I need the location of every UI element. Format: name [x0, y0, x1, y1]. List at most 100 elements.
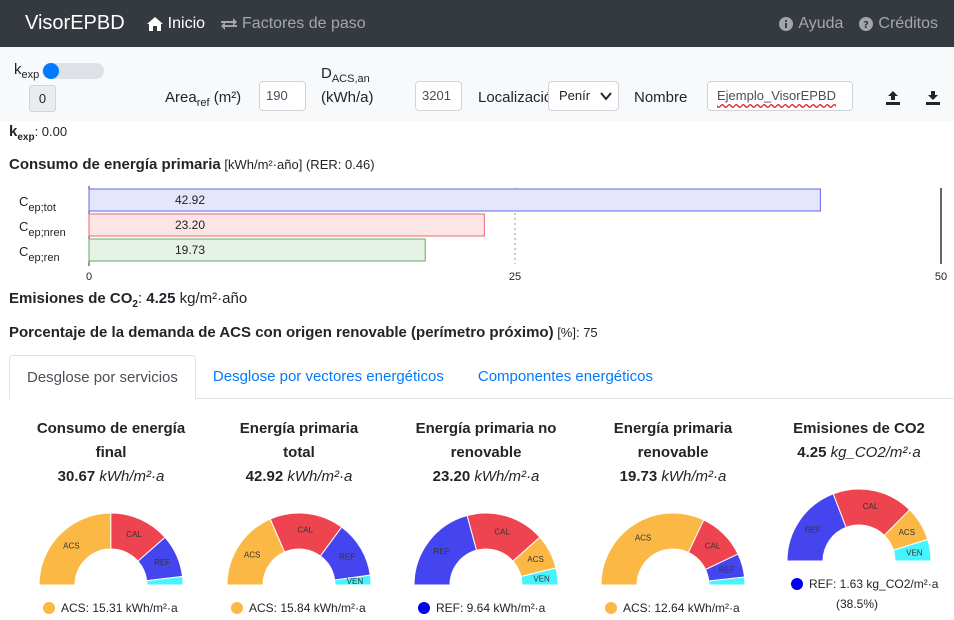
area-input[interactable]: 190 [259, 81, 306, 111]
gauge-title-2: renovable [637, 444, 709, 461]
nombre-value: Ejemplo_VisorEPBD [717, 88, 836, 103]
localizacion-value: Penír [559, 88, 591, 103]
svg-text:?: ? [864, 20, 870, 31]
gauge-segment-label: CAL [705, 541, 721, 550]
gauge-segment-label: REF [434, 547, 450, 556]
bar-tick-label: 25 [509, 271, 521, 283]
gauge-chart: REF CAL ACS VEN [786, 488, 932, 562]
question-icon: ? [859, 16, 874, 31]
nav-right: Ayuda ? Créditos [763, 15, 938, 33]
gauge-card: Energía primaria no renovable 23.20 kWh/m²… [393, 417, 579, 615]
nav-inicio[interactable]: Inicio [146, 14, 206, 33]
bar-value-label: 19.73 [175, 243, 205, 257]
area-label: Arearef (m²) [165, 89, 242, 109]
gauge-title-2: total [283, 444, 315, 461]
gauge-segment-label: ACS [244, 550, 260, 559]
gauge-value: 23.20 kWh/m²·a [432, 468, 540, 485]
consumo-bar-chart: 42.92 Cep;tot 23.20 Cep;nren 19.73 Cep;ren 0 25… [19, 186, 947, 283]
gauge-card: Energía primaria renovable 19.73 kWh/m²·a A… [580, 417, 766, 615]
gauge-title: Energía primaria [239, 420, 359, 437]
kexp-slider-thumb[interactable] [43, 63, 59, 79]
legend-text: ACS: 12.64 kWh/m²·a [623, 601, 740, 615]
gauge-card: Energía primaria total 42.92 kWh/m²·a ACS CA… [206, 417, 392, 615]
kexp-summary: kexp: 0.00 [9, 123, 68, 143]
gauge-segment-label: REF [805, 525, 821, 534]
nav-inicio-label: Inicio [167, 14, 206, 32]
legend-dot [605, 602, 617, 614]
gauge-title: Energía primaria [613, 420, 733, 437]
gauge-legend: ACS: 15.31 kWh/m²·a [43, 601, 178, 615]
emisiones-line: Emisiones de CO2: 4.25 kg/m²·año [9, 290, 248, 310]
gauge-value: 30.67 kWh/m²·a [57, 468, 165, 485]
dacs-input[interactable]: 3201 [415, 81, 462, 111]
legend-text: ACS: 15.84 kWh/m²·a [249, 601, 366, 615]
acs-line: Porcentaje de la demanda de ACS con orig… [9, 324, 598, 341]
brand[interactable]: VisorEPBD [25, 12, 125, 35]
gauge-segment-label: ACS [899, 528, 915, 537]
bar-value-label: 23.20 [175, 218, 205, 232]
gauge-segment-label: CAL [126, 530, 142, 539]
gauge-segment-label: ACS [63, 541, 79, 550]
gauge-value: 19.73 kWh/m²·a [619, 468, 727, 485]
gauge-value: 4.25 kg_CO2/m²·a [797, 444, 921, 461]
home-icon [146, 16, 163, 31]
legend-dot [231, 602, 243, 614]
nav-factores-label: Factores de paso [242, 14, 366, 32]
localizacion-select[interactable]: Penír [548, 81, 619, 111]
dacs-unit: (kWh/a) [321, 89, 374, 106]
gauge-title: Emisiones de CO2 [793, 420, 925, 437]
gauge-chart: ACS CAL REF [600, 512, 746, 586]
gauge-legend: REF: 9.64 kWh/m²·a [418, 601, 545, 615]
tab-componentes[interactable]: Componentes energéticos [461, 355, 670, 399]
nav-ayuda-label: Ayuda [798, 14, 844, 32]
chevron-down-icon [600, 92, 612, 101]
upload-icon[interactable] [886, 91, 900, 105]
legend-percent: (38.5%) [836, 597, 879, 611]
tab-servicios[interactable]: Desglose por servicios [9, 355, 196, 400]
gauge-segment-label: ACS [527, 555, 543, 564]
kexp-value: 0 [29, 85, 56, 112]
gauge-card: Consumo de energía final 30.67 kWh/m²·a ACS… [18, 417, 204, 615]
tab-vectores[interactable]: Desglose por vectores energéticos [196, 355, 461, 399]
gauge-chart: ACS CAL REF VEN [226, 512, 372, 586]
gauge-chart: REF CAL ACS VEN [413, 512, 559, 586]
gauge-card: Emisiones de CO2 4.25 kg_CO2/m²·a REF CAL AC… [766, 417, 952, 611]
gauge-title-2: final [95, 444, 127, 461]
bar-category-label: Cep;nren [19, 219, 66, 239]
gauge-segment-label: CAL [863, 502, 879, 511]
nav-factores[interactable]: Factores de paso [221, 15, 366, 33]
nombre-input[interactable]: Ejemplo_VisorEPBD [707, 81, 853, 111]
gauge-segment-label: VEN [347, 577, 364, 586]
gauge-segment-label: VEN [906, 549, 923, 558]
tabs: Desglose por servicios Desglose por vect… [9, 355, 954, 400]
gauge-legend: ACS: 12.64 kWh/m²·a [605, 601, 740, 615]
bar-category-label: Cep;ren [19, 244, 60, 264]
gauge-chart: ACS CAL REF [38, 512, 184, 586]
gauge-title-2: renovable [450, 444, 522, 461]
gauge-segment-label: REF [154, 558, 170, 567]
gauge-value: 42.92 kWh/m²·a [245, 468, 353, 485]
nombre-label: Nombre [634, 89, 688, 106]
bar-tick-label: 0 [86, 271, 92, 283]
kexp-slider[interactable] [42, 63, 104, 79]
nav-creditos[interactable]: ? Créditos [859, 15, 938, 33]
nav-ayuda[interactable]: Ayuda [779, 15, 843, 33]
gauge-segment-label: CAL [494, 527, 510, 536]
info-icon [779, 16, 794, 31]
nav-creditos-label: Créditos [878, 14, 938, 32]
gauge-title: Consumo de energía [36, 420, 186, 437]
bar-tick-label: 50 [935, 271, 947, 283]
legend-text: ACS: 15.31 kWh/m²·a [61, 601, 178, 615]
legend-dot [43, 602, 55, 614]
gauge-segment-label: VEN [533, 574, 550, 583]
legend-dot [418, 602, 430, 614]
kexp-label: kexp [14, 61, 40, 81]
exchange-icon [221, 17, 238, 30]
dacs-label: DACS,an [321, 65, 370, 85]
gauge-segment-acs [600, 512, 705, 586]
download-icon[interactable] [926, 91, 940, 105]
navbar: VisorEPBD Inicio Factores de paso Ayuda … [0, 0, 954, 47]
bar-category-label: Cep;tot [19, 194, 56, 214]
legend-text: REF: 9.64 kWh/m²·a [436, 601, 546, 615]
gauge-segment-label: REF [719, 566, 735, 575]
